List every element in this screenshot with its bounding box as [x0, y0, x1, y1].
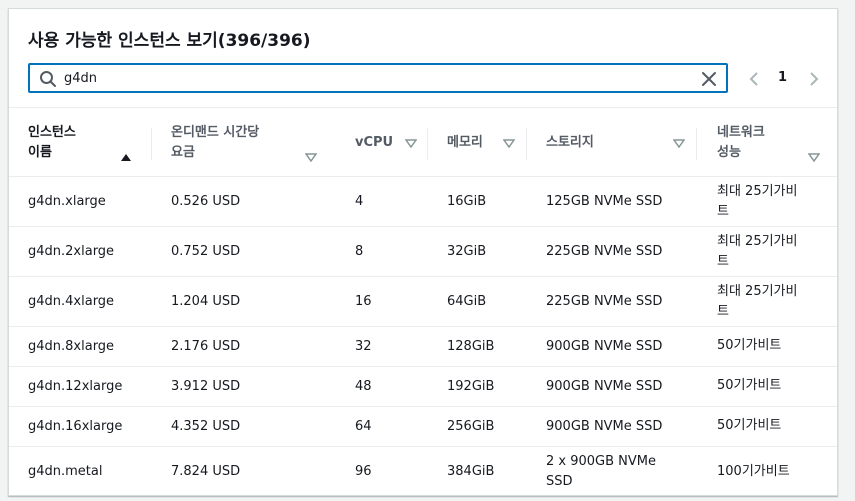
column-label: 인스턴스 — [28, 125, 76, 140]
cell-memory: 16GiB — [447, 194, 487, 209]
cell-network-line: 최대 25기가비 — [717, 184, 798, 199]
cell-memory: 128GiB — [447, 339, 495, 354]
cell-instance-name: g4dn.metal — [28, 464, 103, 479]
cell-price: 2.176 USD — [171, 339, 241, 354]
cell-storage: 900GB NVMe SSD — [546, 379, 663, 394]
cell-vcpu: 32 — [355, 339, 372, 354]
table-row[interactable]: g4dn.16xlarge 4.352 USD 64 256GiB 900GB … — [9, 407, 837, 447]
cell-memory: 64GiB — [447, 294, 487, 309]
cell-memory: 384GiB — [447, 464, 495, 479]
column-divider — [526, 128, 527, 160]
search-box[interactable] — [28, 63, 728, 93]
cell-price: 1.204 USD — [171, 294, 241, 309]
column-label: 스토리지 — [546, 135, 594, 150]
column-label: 네트워크 — [717, 125, 765, 140]
table-header: 인스턴스 이름 온디맨드 시간당 요금 vCPU 메모리 스토리지 네트워크 성… — [9, 107, 837, 177]
search-icon — [40, 71, 56, 87]
column-divider — [427, 128, 428, 160]
column-header-vcpu[interactable]: vCPU — [337, 108, 427, 177]
cell-network-line: 트 — [717, 304, 729, 319]
sort-ascending-icon[interactable] — [120, 152, 132, 162]
cell-price: 0.526 USD — [171, 194, 241, 209]
cell-price: 3.912 USD — [171, 379, 241, 394]
table-row[interactable]: g4dn.2xlarge 0.752 USD 8 32GiB 225GB NVM… — [9, 227, 837, 277]
chevron-right-icon[interactable] — [807, 70, 821, 88]
cell-memory: 32GiB — [447, 244, 487, 259]
cell-network: 100기가비트 — [717, 464, 790, 479]
sort-icon[interactable] — [503, 138, 515, 148]
cell-vcpu: 96 — [355, 464, 372, 479]
cell-memory: 256GiB — [447, 419, 495, 434]
cell-price: 0.752 USD — [171, 244, 241, 259]
cell-network: 50기가비트 — [717, 378, 782, 393]
cell-vcpu: 48 — [355, 379, 372, 394]
table-row[interactable]: g4dn.8xlarge 2.176 USD 32 128GiB 900GB N… — [9, 327, 837, 367]
cell-instance-name: g4dn.4xlarge — [28, 294, 115, 309]
cell-price: 4.352 USD — [171, 419, 241, 434]
cell-network: 50기가비트 — [717, 338, 782, 353]
cell-network: 최대 25기가비 트 — [717, 282, 797, 322]
cell-memory: 192GiB — [447, 379, 495, 394]
column-header-memory[interactable]: 메모리 — [427, 108, 527, 177]
search-input[interactable] — [64, 67, 684, 89]
table-row[interactable]: g4dn.12xlarge 3.912 USD 48 192GiB 900GB … — [9, 367, 837, 407]
cell-instance-name: g4dn.12xlarge — [28, 379, 123, 394]
column-label: 메모리 — [447, 135, 483, 150]
cell-network: 50기가비트 — [717, 418, 782, 433]
cell-network: 최대 25기가비 트 — [717, 232, 797, 272]
column-divider — [151, 128, 152, 160]
column-label: vCPU — [355, 135, 394, 150]
panel-title: 사용 가능한 인스턴스 보기(396/396) — [28, 31, 311, 51]
cell-instance-name: g4dn.8xlarge — [28, 339, 115, 354]
sort-icon[interactable] — [673, 138, 685, 148]
column-label: 요금 — [171, 145, 195, 160]
cell-price: 7.824 USD — [171, 464, 241, 479]
cell-network-line: 트 — [717, 254, 729, 269]
cell-storage-line: SSD — [546, 474, 573, 489]
close-icon[interactable] — [700, 70, 718, 88]
cell-vcpu: 4 — [355, 194, 364, 209]
cell-vcpu: 64 — [355, 419, 372, 434]
sort-icon[interactable] — [305, 152, 317, 162]
column-label: 성능 — [717, 145, 741, 160]
cell-storage-line: 2 x 900GB NVMe — [546, 454, 656, 469]
cell-network-line: 트 — [717, 204, 729, 219]
table-row[interactable]: g4dn.metal 7.824 USD 96 384GiB 2 x 900GB… — [9, 447, 837, 495]
sort-icon[interactable] — [808, 152, 820, 162]
table-row[interactable]: g4dn.xlarge 0.526 USD 4 16GiB 125GB NVMe… — [9, 177, 837, 227]
table-row[interactable]: g4dn.4xlarge 1.204 USD 16 64GiB 225GB NV… — [9, 277, 837, 327]
cell-storage: 125GB NVMe SSD — [546, 194, 663, 209]
column-header-network[interactable]: 네트워크 성능 — [696, 108, 837, 177]
pagination: 1 — [747, 69, 827, 89]
cell-network-line: 최대 25기가비 — [717, 234, 798, 249]
cell-instance-name: g4dn.16xlarge — [28, 419, 123, 434]
cell-storage: 900GB NVMe SSD — [546, 339, 663, 354]
page-number[interactable]: 1 — [778, 70, 787, 85]
cell-network-line: 최대 25기가비 — [717, 284, 798, 299]
column-header-price[interactable]: 온디맨드 시간당 요금 — [151, 108, 321, 177]
sort-icon[interactable] — [405, 138, 417, 148]
column-label: 이름 — [28, 145, 52, 160]
column-label: 온디맨드 시간당 — [171, 125, 260, 140]
cell-vcpu: 8 — [355, 244, 364, 259]
cell-instance-name: g4dn.xlarge — [28, 194, 106, 209]
column-header-instance-name[interactable]: 인스턴스 이름 — [28, 108, 148, 177]
cell-storage: 2 x 900GB NVMe SSD — [546, 452, 656, 492]
chevron-left-icon[interactable] — [747, 70, 761, 88]
cell-network: 최대 25기가비 트 — [717, 182, 797, 222]
cell-instance-name: g4dn.2xlarge — [28, 244, 115, 259]
cell-storage: 225GB NVMe SSD — [546, 244, 663, 259]
cell-storage: 225GB NVMe SSD — [546, 294, 663, 309]
cell-vcpu: 16 — [355, 294, 372, 309]
instance-selector-panel: 사용 가능한 인스턴스 보기(396/396) 1 인스턴스 이름 — [8, 8, 838, 496]
cell-storage: 900GB NVMe SSD — [546, 419, 663, 434]
column-header-storage[interactable]: 스토리지 — [526, 108, 696, 177]
column-divider — [696, 128, 697, 160]
